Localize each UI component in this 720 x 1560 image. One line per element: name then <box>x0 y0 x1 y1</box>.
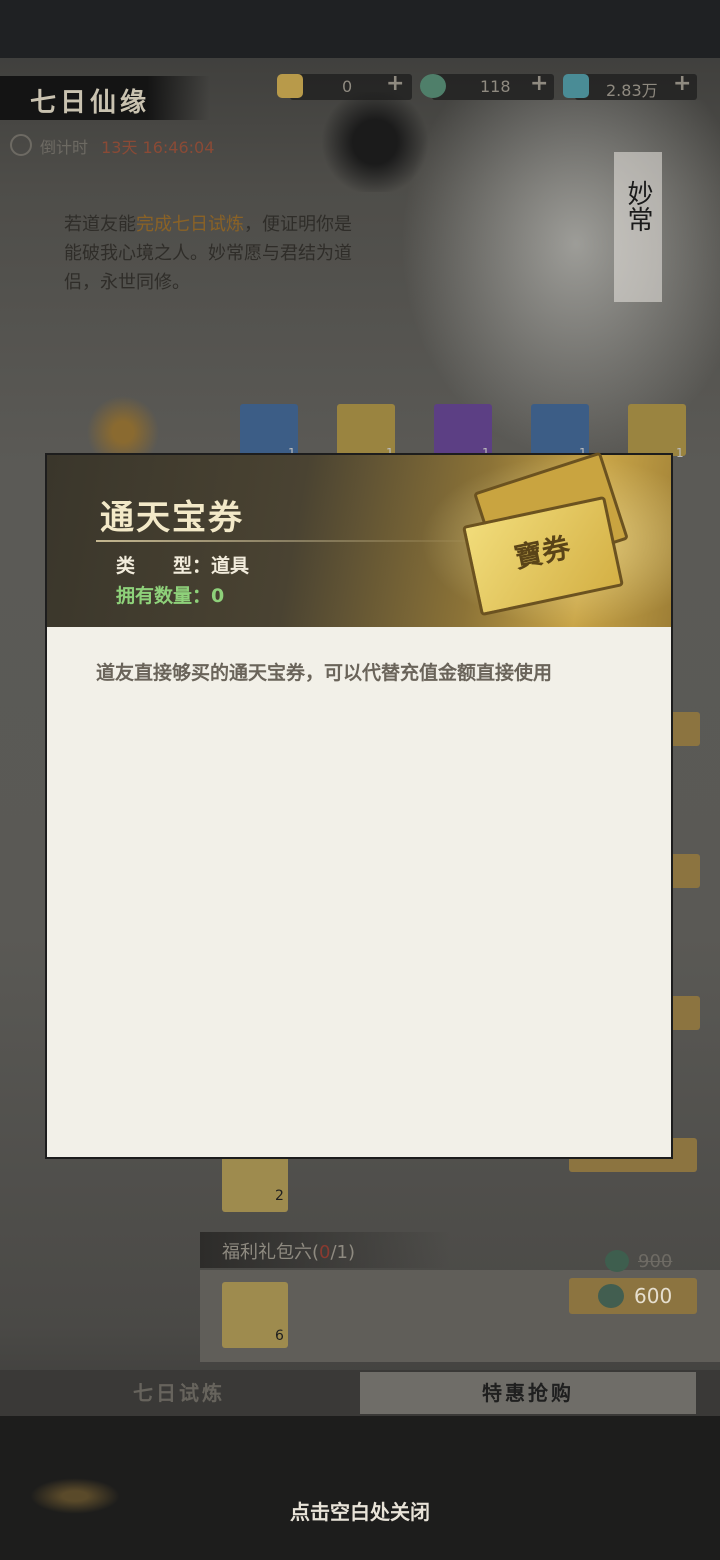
item-description: 道友直接够买的通天宝券，可以代替充值金额直接使用 <box>96 662 553 684</box>
gift-count: 6 <box>275 1328 284 1344</box>
resource-jade-value: 118 <box>480 77 511 96</box>
item-owned-row: 拥有数量：0 <box>116 581 224 608</box>
resource-stone-value: 2.83万 <box>606 81 658 100</box>
spirit-stone-icon <box>563 74 589 98</box>
countdown: 倒计时 13天 16:46:04 <box>12 134 214 158</box>
countdown-time: 13天 16:46:04 <box>101 138 215 157</box>
pack6-title: 福利礼包六(0/1) <box>222 1238 355 1264</box>
jade-coin-icon <box>605 1250 629 1272</box>
page-title: 七日仙缘 <box>30 88 151 118</box>
old-price: 900 <box>638 1251 673 1272</box>
story-text: 若道友能完成七日试炼，便证明你是能破我心境之人。妙常愿与君结为道侣，永世同修。 <box>64 210 364 297</box>
item-owned-value: 0 <box>211 585 225 607</box>
divider <box>96 540 486 542</box>
gift-count: 2 <box>275 1188 284 1204</box>
pack6-progress: 0 <box>319 1242 331 1263</box>
item-name: 通天宝券 <box>100 498 244 538</box>
new-price: 600 <box>634 1284 673 1308</box>
add-jade-button[interactable]: + <box>530 71 548 96</box>
pack6-title-suffix: /1) <box>330 1242 356 1263</box>
reward-count: 1 <box>676 446 684 460</box>
story-part1: 若道友能 <box>64 214 136 235</box>
npc-name: 妙常 <box>623 180 653 232</box>
ticket-glyph: 寶券 <box>511 530 574 575</box>
buy-button[interactable] <box>569 1278 697 1314</box>
top-band <box>0 0 720 58</box>
countdown-label: 倒计时 <box>40 138 89 157</box>
item-type-label: 类 型： <box>116 555 212 577</box>
tab-seven-day-trial[interactable]: 七日试炼 <box>0 1370 358 1416</box>
npc-name-plate: 妙常 <box>614 152 662 302</box>
tab-special-offer[interactable]: 特惠抢购 <box>360 1372 696 1414</box>
item-owned-label: 拥有数量： <box>116 585 212 607</box>
ticket-icon <box>277 74 303 98</box>
close-hint: 点击空白处关闭 <box>290 1500 430 1524</box>
pack6-title-prefix: 福利礼包六( <box>222 1242 320 1263</box>
story-highlight: 完成七日试炼 <box>136 214 244 235</box>
jade-coin-icon <box>598 1284 624 1308</box>
item-type-value: 道具 <box>211 555 250 577</box>
item-type-row: 类 型：道具 <box>116 551 249 578</box>
add-stone-button[interactable]: + <box>673 71 691 96</box>
